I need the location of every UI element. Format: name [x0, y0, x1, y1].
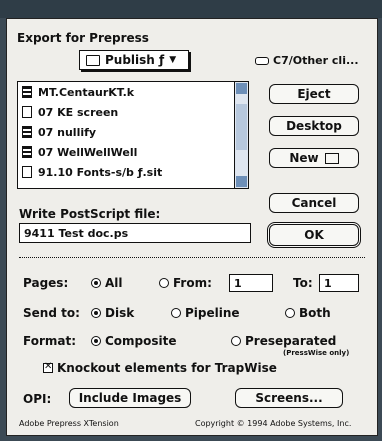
list-item-label: MT.CentaurKT.k [38, 85, 135, 99]
send-disk-label: Disk [105, 306, 135, 320]
app-icon [22, 86, 32, 98]
disk-icon [255, 56, 269, 65]
to-page-input[interactable]: 1 [319, 274, 359, 292]
send-pipeline-label: Pipeline [185, 306, 240, 320]
send-disk-radio[interactable]: Disk [91, 306, 134, 320]
file-list[interactable]: MT.CentaurKT.k 07 KE screen 07 nullify 0… [17, 81, 249, 189]
dialog-title: Export for Prepress [17, 31, 149, 45]
checkbox-checked-icon [43, 361, 53, 373]
background-window-strip [0, 0, 382, 18]
disk-name-label: C7/Other cli... [273, 54, 359, 67]
scroll-down-arrow-icon[interactable] [236, 176, 247, 187]
list-item[interactable]: 91.10 Fonts-s/b ƒ.sit [22, 164, 162, 180]
presswise-note: (PressWise only) [283, 349, 350, 357]
pages-all-label: All [105, 276, 123, 290]
pages-label: Pages: [23, 276, 69, 290]
radio-icon [171, 308, 181, 318]
filename-input[interactable]: 9411 Test doc.ps [19, 223, 251, 243]
screens-button[interactable]: Screens... [235, 388, 343, 408]
radio-icon [231, 336, 241, 346]
format-preseparated-label: Preseparated [245, 334, 337, 348]
list-item[interactable]: MT.CentaurKT.k [22, 84, 134, 100]
document-icon [22, 166, 32, 178]
pages-all-radio[interactable]: All [91, 276, 123, 290]
divider [19, 257, 365, 258]
footer-xtension-label: Adobe Prepress XTension [19, 419, 119, 428]
pages-from-label: From: [173, 276, 212, 290]
send-both-radio[interactable]: Both [285, 306, 331, 320]
list-item-label: 07 nullify [38, 125, 97, 139]
export-dialog: Export for Prepress Publish ƒ ▼ C7/Other… [6, 18, 378, 436]
desktop-button[interactable]: Desktop [269, 116, 359, 136]
send-to-label: Send to: [23, 306, 80, 320]
include-images-button[interactable]: Include Images [69, 388, 191, 408]
disk-name: C7/Other cli... [255, 54, 359, 67]
triangle-down-icon: ▼ [169, 55, 177, 65]
knockout-label: Knockout elements for TrapWise [57, 361, 277, 375]
pages-from-radio[interactable]: From: [159, 276, 212, 290]
scrollbar[interactable] [234, 82, 248, 188]
folder-icon [86, 54, 100, 66]
app-icon [22, 126, 32, 138]
list-item[interactable]: 07 WellWellWell [22, 144, 137, 160]
eject-button[interactable]: Eject [269, 84, 359, 104]
scroll-up-arrow-icon[interactable] [236, 83, 247, 94]
cancel-button[interactable]: Cancel [269, 193, 359, 213]
folder-popup-label: Publish ƒ [105, 53, 165, 67]
list-item-label: 91.10 Fonts-s/b ƒ.sit [38, 165, 163, 179]
send-pipeline-radio[interactable]: Pipeline [171, 306, 240, 320]
list-item-label: 07 WellWellWell [38, 145, 138, 159]
folder-popup[interactable]: Publish ƒ ▼ [79, 50, 189, 70]
radio-selected-icon [91, 278, 101, 288]
opi-label: OPI: [23, 392, 52, 406]
radio-icon [285, 308, 295, 318]
write-postscript-label: Write PostScript file: [19, 207, 161, 221]
ok-button[interactable]: OK [267, 222, 361, 248]
radio-selected-icon [91, 336, 101, 346]
knockout-checkbox[interactable]: Knockout elements for TrapWise [43, 361, 277, 375]
new-folder-button[interactable]: New [269, 148, 359, 168]
pages-to-label: To: [293, 276, 313, 290]
radio-selected-icon [91, 308, 101, 318]
list-item[interactable]: 07 KE screen [22, 104, 118, 120]
folder-icon [324, 152, 339, 164]
scroll-track[interactable] [236, 104, 247, 150]
new-folder-label: New [289, 151, 319, 165]
document-icon [22, 106, 32, 118]
format-composite-label: Composite [105, 334, 177, 348]
app-icon [22, 146, 32, 158]
format-preseparated-radio[interactable]: Preseparated [231, 334, 336, 348]
send-both-label: Both [299, 306, 331, 320]
from-page-input[interactable]: 1 [229, 274, 273, 292]
radio-icon [159, 278, 169, 288]
format-label: Format: [23, 334, 77, 348]
footer-copyright: Copyright © 1994 Adobe Systems, Inc. [195, 419, 352, 428]
format-composite-radio[interactable]: Composite [91, 334, 177, 348]
list-item-label: 07 KE screen [38, 105, 119, 119]
list-item[interactable]: 07 nullify [22, 124, 96, 140]
